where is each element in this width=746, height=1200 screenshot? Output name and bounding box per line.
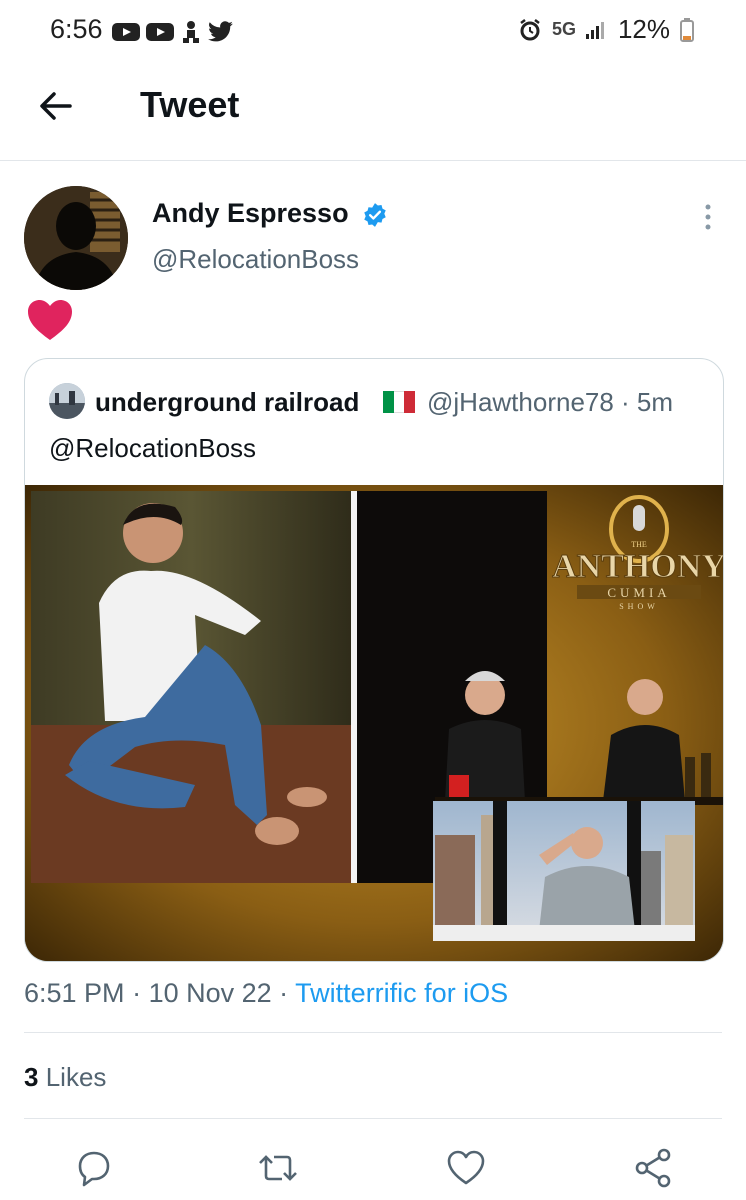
status-bar: 6:56 5G 12%	[0, 0, 746, 62]
quoted-tweet-text: @RelocationBoss	[49, 433, 257, 463]
author-avatar[interactable]	[24, 186, 128, 290]
likes-count: 3	[24, 1062, 39, 1092]
battery-label: 12%	[617, 14, 670, 44]
youtube-icon	[112, 23, 140, 41]
italy-flag-icon	[383, 391, 416, 413]
back-arrow-icon[interactable]	[36, 86, 76, 126]
retweet-icon[interactable]	[256, 1146, 300, 1190]
header-divider	[0, 160, 746, 161]
likes-label: Likes	[45, 1062, 107, 1092]
page-title: Tweet	[140, 84, 240, 125]
battery-icon	[680, 17, 694, 42]
quoted-handle-time: @jHawthorne78 · 5m	[427, 387, 674, 417]
status-time: 6:56	[50, 14, 103, 44]
quoted-author-avatar	[49, 383, 85, 419]
signal-icon	[585, 21, 604, 39]
more-options-icon[interactable]	[704, 204, 712, 230]
logo-bottom-text: SHOW	[619, 602, 659, 611]
stats-divider-top	[24, 1032, 722, 1033]
heart-emoji-icon	[28, 300, 72, 340]
tweet-date: 10 Nov 22	[148, 978, 272, 1008]
verified-badge-icon	[364, 203, 386, 227]
tweet-timestamp: 6:51 PM · 10 Nov 22 · Twitterrific for i…	[24, 978, 509, 1008]
quoted-tweet-card[interactable]: underground railroad @jHawthorne78 · 5m …	[24, 358, 724, 962]
share-icon[interactable]	[632, 1146, 676, 1190]
alarm-icon	[520, 18, 540, 40]
notification-icon	[183, 21, 199, 43]
reply-icon[interactable]	[72, 1146, 116, 1190]
status-app-icons	[112, 20, 234, 44]
stats-divider-bottom	[24, 1118, 722, 1119]
network-label: 5G	[551, 19, 576, 39]
status-right: 5G 12%	[518, 14, 694, 45]
twitter-bird-icon	[208, 21, 233, 42]
author-handle[interactable]: @RelocationBoss	[152, 244, 359, 275]
tweet-time: 6:51 PM	[24, 978, 125, 1008]
logo-main-text: ANTHONY	[552, 548, 723, 585]
likes-count-link[interactable]: 3 Likes	[24, 1062, 106, 1093]
quoted-author-name: underground railroad	[95, 387, 360, 417]
like-icon[interactable]	[444, 1146, 488, 1190]
logo-sub-text: CUMIA	[607, 585, 670, 600]
tweet-source-link[interactable]: Twitterrific for iOS	[295, 978, 508, 1008]
author-name[interactable]: Andy Espresso	[152, 198, 349, 229]
quoted-tweet-image[interactable]: THE ANTHONY CUMIA SHOW	[25, 485, 723, 961]
youtube-icon	[146, 23, 174, 41]
